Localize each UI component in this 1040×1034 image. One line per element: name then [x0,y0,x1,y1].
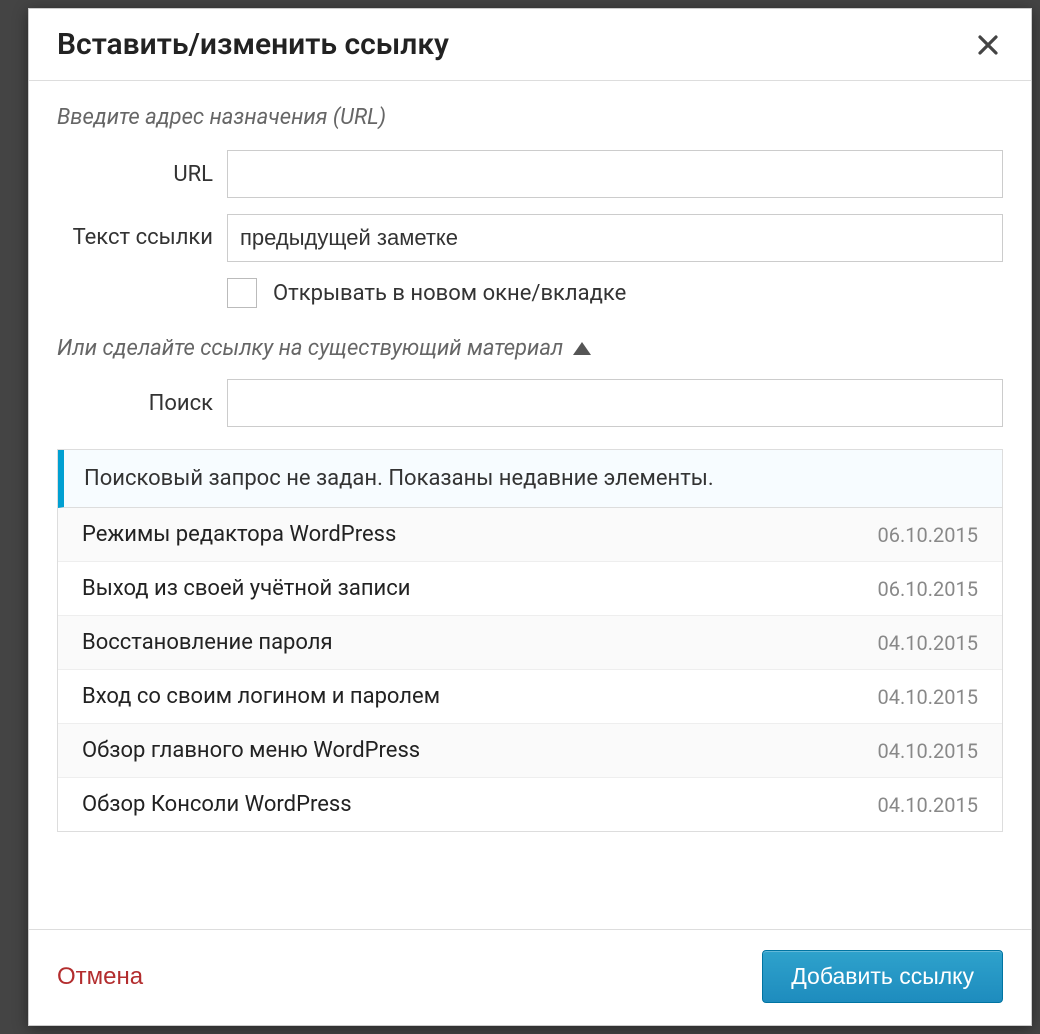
url-field-row: URL [57,150,1003,198]
results-hint: Поисковый запрос не задан. Показаны неда… [58,450,1002,508]
result-row[interactable]: Восстановление пароля 04.10.2015 [58,616,1002,670]
result-title: Обзор главного меню WordPress [82,738,420,763]
dialog-title: Вставить/изменить ссылку [57,27,449,62]
search-input[interactable] [227,379,1003,427]
open-new-tab-checkbox[interactable] [227,278,257,308]
insert-link-dialog: Вставить/изменить ссылку Введите адрес н… [28,8,1032,1026]
result-date: 06.10.2015 [878,577,978,601]
existing-content-toggle[interactable]: Или сделайте ссылку на существующий мате… [57,336,1003,361]
result-title: Выход из своей учётной записи [82,576,410,601]
result-date: 06.10.2015 [878,523,978,547]
dialog-footer: Отмена Добавить ссылку [29,929,1031,1025]
caret-up-icon [573,342,591,355]
result-row[interactable]: Режимы редактора WordPress 06.10.2015 [58,508,1002,562]
close-button[interactable] [973,30,1003,60]
result-row[interactable]: Обзор Консоли WordPress 04.10.2015 [58,778,1002,831]
dialog-header: Вставить/изменить ссылку [29,9,1031,81]
result-title: Восстановление пароля [82,630,333,655]
url-label: URL [57,162,227,187]
dialog-body: Введите адрес назначения (URL) URL Текст… [29,81,1031,929]
result-date: 04.10.2015 [878,739,978,763]
link-text-input[interactable] [227,214,1003,262]
close-icon [978,35,998,55]
link-text-field-row: Текст ссылки [57,214,1003,262]
url-input[interactable] [227,150,1003,198]
result-row[interactable]: Вход со своим логином и паролем 04.10.201… [58,670,1002,724]
add-link-button[interactable]: Добавить ссылку [762,950,1003,1003]
link-text-label: Текст ссылки [57,225,227,251]
result-title: Режимы редактора WordPress [82,522,396,547]
open-new-tab-row: Открывать в новом окне/вкладке [227,278,1003,308]
result-date: 04.10.2015 [878,685,978,709]
search-label: Поиск [57,391,227,416]
cancel-button[interactable]: Отмена [57,963,143,991]
search-results: Поисковый запрос не задан. Показаны неда… [57,449,1003,832]
result-title: Обзор Консоли WordPress [82,792,352,817]
open-new-tab-label: Открывать в новом окне/вкладке [273,281,626,306]
result-date: 04.10.2015 [878,631,978,655]
result-date: 04.10.2015 [878,793,978,817]
result-title: Вход со своим логином и паролем [82,684,440,709]
result-row[interactable]: Выход из своей учётной записи 06.10.2015 [58,562,1002,616]
existing-section-hint: Или сделайте ссылку на существующий мате… [57,336,563,361]
search-field-row: Поиск [57,379,1003,427]
result-row[interactable]: Обзор главного меню WordPress 04.10.2015 [58,724,1002,778]
url-section-hint: Введите адрес назначения (URL) [57,105,1003,130]
